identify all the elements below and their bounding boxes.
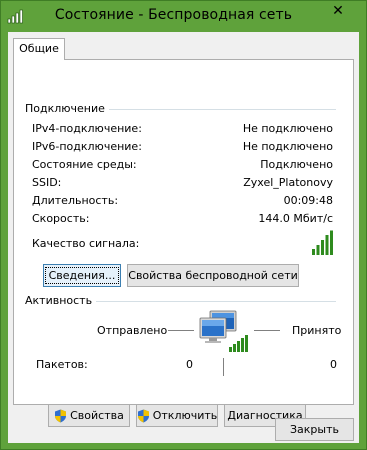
signal-bars-icon bbox=[312, 230, 333, 255]
window-title: Состояние - Беспроводная сеть bbox=[54, 7, 293, 23]
packets-sent-value: 0 bbox=[186, 358, 193, 371]
activity-divider-line bbox=[223, 358, 224, 376]
ipv4-label: IPv4-подключение: bbox=[32, 122, 142, 135]
duration-label: Длительность: bbox=[32, 194, 119, 207]
uac-shield-icon bbox=[137, 409, 149, 422]
tab-panel-general: Подключение IPv4-подключение: Не подключ… bbox=[13, 59, 354, 427]
title-bar[interactable]: Состояние - Беспроводная сеть ✕ bbox=[1, 1, 366, 31]
received-label: Принято bbox=[292, 324, 342, 337]
dialog-client-area: Общие Подключение IPv4-подключение: Не п… bbox=[8, 32, 359, 443]
ssid-label: SSID: bbox=[32, 176, 62, 189]
properties-button-label: Свойства bbox=[70, 409, 124, 422]
connection-group-title: Подключение bbox=[25, 102, 109, 115]
status-dialog: Состояние - Беспроводная сеть ✕ Общие По… bbox=[0, 0, 367, 450]
wireless-properties-button[interactable]: Свойства беспроводной сети bbox=[127, 264, 299, 287]
window-close-button[interactable]: ✕ bbox=[316, 1, 360, 21]
ssid-value: Zyxel_Platonovy bbox=[243, 176, 333, 189]
activity-group-title: Активность bbox=[25, 294, 97, 307]
properties-button[interactable]: Свойства bbox=[48, 404, 130, 427]
tab-general[interactable]: Общие bbox=[13, 38, 65, 60]
packets-received-value: 0 bbox=[330, 358, 337, 371]
sent-connector-line bbox=[168, 330, 194, 331]
ipv6-label: IPv6-подключение: bbox=[32, 140, 142, 153]
close-icon: ✕ bbox=[332, 3, 344, 19]
signal-quality-label: Качество сигнала: bbox=[32, 237, 140, 250]
uac-shield-icon bbox=[55, 409, 67, 422]
speed-value: 144.0 Мбит/с bbox=[258, 212, 333, 225]
sent-label: Отправлено bbox=[97, 324, 168, 337]
network-computer-icon bbox=[199, 310, 248, 352]
close-button[interactable]: Закрыть bbox=[275, 418, 354, 441]
media-state-label: Состояние среды: bbox=[32, 158, 137, 171]
disable-button-label: Отключить bbox=[152, 409, 218, 422]
ipv6-value: Не подключено bbox=[242, 140, 333, 153]
details-button[interactable]: Сведения... bbox=[43, 264, 121, 287]
media-state-value: Подключено bbox=[260, 158, 333, 171]
received-connector-line bbox=[254, 330, 280, 331]
disable-button[interactable]: Отключить bbox=[136, 404, 218, 427]
speed-label: Скорость: bbox=[32, 212, 90, 225]
ipv4-value: Не подключено bbox=[242, 122, 333, 135]
packets-label: Пакетов: bbox=[36, 358, 88, 371]
details-button-label: Сведения... bbox=[44, 267, 120, 284]
duration-value: 00:09:48 bbox=[283, 194, 333, 207]
